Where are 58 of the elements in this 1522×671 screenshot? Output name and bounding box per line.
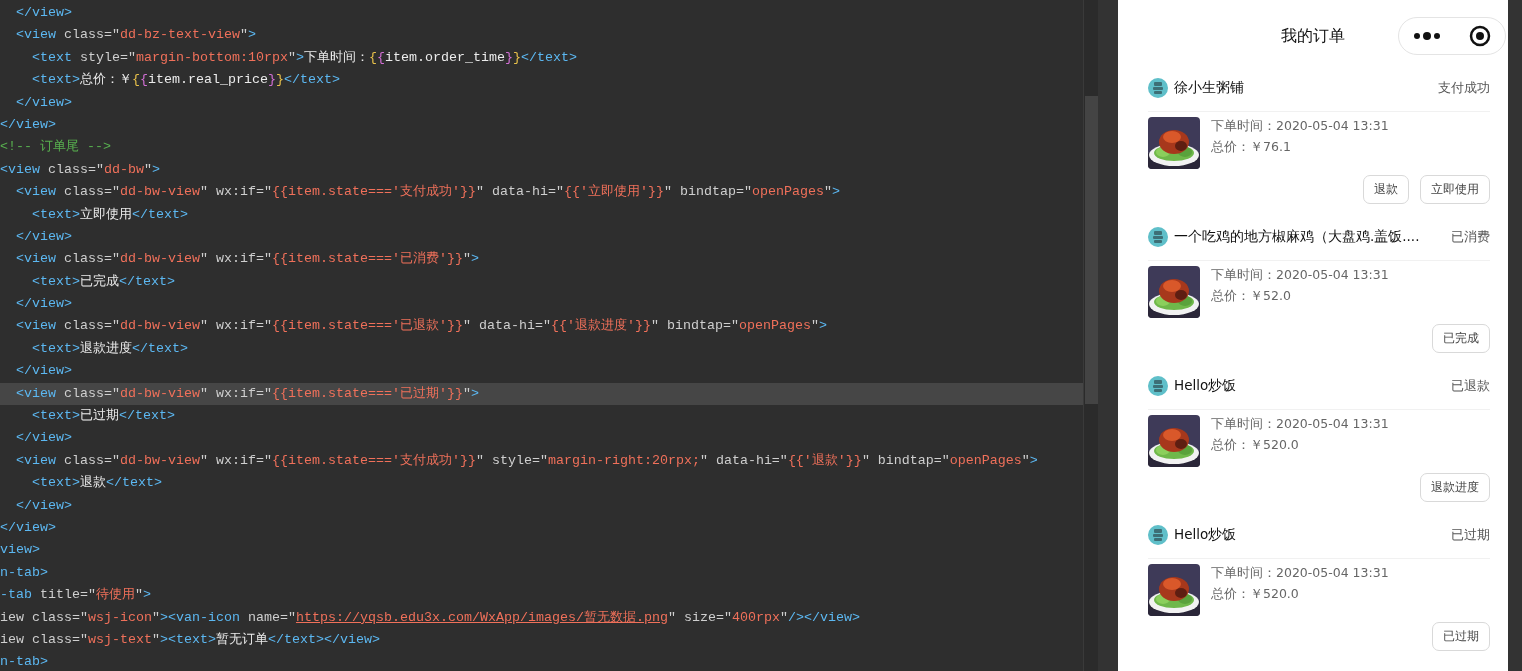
code-line: </view> xyxy=(15,227,73,246)
code-line: </view> xyxy=(15,362,73,381)
code-line: <text>退款进度</text> xyxy=(31,339,189,358)
code-line: <view class="dd-bw-view" wx:if="{{item.state==='支付成功'}}" data-hi="{{'立即使用'}}" bindtap="openPages"> xyxy=(15,183,841,202)
code-line: </view> xyxy=(15,429,73,448)
shop-name: Hello炒饭 xyxy=(1174,377,1238,395)
order-time: 下单时间：2020-05-04 13:31 xyxy=(1211,564,1389,581)
code-line: <text>已完成</text> xyxy=(31,272,176,291)
shop-name: 徐小生粥铺 xyxy=(1174,79,1245,97)
code-line: <view class="dd-bz-text-view"> xyxy=(15,26,257,45)
circle-dot-icon[interactable] xyxy=(1468,25,1491,47)
scrollbar[interactable] xyxy=(1085,96,1098,404)
more-icon[interactable] xyxy=(1413,31,1440,41)
code-line: <text>退款</text> xyxy=(31,474,163,493)
shop-logo-icon xyxy=(1148,227,1168,247)
code-line: <text style="margin-bottom:10rpx">下单时间：{{item.order_time}}</text> xyxy=(31,48,578,67)
shop-logo-icon xyxy=(1148,376,1168,396)
order-status: 已消费 xyxy=(1451,228,1490,246)
page-title: 我的订单 xyxy=(1281,25,1345,47)
code-line: </view> xyxy=(0,115,57,134)
code-line: <text>已过期</text> xyxy=(31,407,176,426)
code-line: </view> xyxy=(15,496,73,515)
order-action-button[interactable]: 退款 xyxy=(1363,175,1409,204)
code-line: iew class="wsj-text"><text>暂无订单</text></view> xyxy=(0,630,381,649)
code-line: </view> xyxy=(15,4,73,22)
code-line: <view class="dd-bw"> xyxy=(0,160,161,179)
code-line: n-tab> xyxy=(0,563,49,582)
order-status: 已退款 xyxy=(1451,377,1490,395)
code-line: iew class="wsj-icon"><van-icon name="https://yqsb.edu3x.com/WxApp/images/暂无数据.png" size="400rpx"/></view> xyxy=(0,608,861,627)
order-price: 总价：￥52.0 xyxy=(1211,287,1292,304)
order-action-button[interactable]: 已过期 xyxy=(1432,622,1490,651)
code-line: view> xyxy=(0,541,41,560)
code-line: <view class="dd-bw-view" wx:if="{{item.state==='已消费'}}"> xyxy=(15,250,480,269)
code-line: </view> xyxy=(15,295,73,314)
shop-logo-icon xyxy=(1148,525,1168,545)
order-price: 总价：￥76.1 xyxy=(1211,138,1292,155)
code-line: <text>总价：￥{{item.real_price}}</text> xyxy=(31,71,341,90)
shop-name: 一个吃鸡的地方椒麻鸡（大盘鸡.盖饭.... xyxy=(1174,228,1421,246)
code-line: <text>立即使用</text> xyxy=(31,205,189,224)
order-time: 下单时间：2020-05-04 13:31 xyxy=(1211,117,1389,134)
code-line: <view class="dd-bw-view" wx:if="{{item.state==='已退款'}}" data-hi="{{'退款进度'}}" bindtap="openPages"> xyxy=(15,317,828,336)
code-line: <view class="dd-bw-view" wx:if="{{item.state==='支付成功'}}" style="margin-right:20rpx;" data-hi="{{'退款'}}" bindtap="openPages"> xyxy=(15,451,1039,470)
code-line: </view> xyxy=(15,93,73,112)
code-line: -tab title="待使用"> xyxy=(0,586,152,605)
shop-logo-icon xyxy=(1148,78,1168,98)
order-price: 总价：￥520.0 xyxy=(1211,436,1300,453)
code-line: n-tab> xyxy=(0,653,49,671)
order-price: 总价：￥520.0 xyxy=(1211,585,1300,602)
code-line: <!-- 订单尾 --> xyxy=(0,138,112,157)
order-status: 支付成功 xyxy=(1438,79,1490,97)
order-status: 已过期 xyxy=(1451,526,1490,544)
order-action-button[interactable]: 立即使用 xyxy=(1420,175,1490,204)
order-time: 下单时间：2020-05-04 13:31 xyxy=(1211,266,1389,283)
code-line: </view> xyxy=(0,519,57,537)
order-time: 下单时间：2020-05-04 13:31 xyxy=(1211,415,1389,432)
order-action-button[interactable]: 退款进度 xyxy=(1420,473,1490,502)
shop-name: Hello炒饭 xyxy=(1174,526,1238,544)
order-action-button[interactable]: 已完成 xyxy=(1432,324,1490,353)
